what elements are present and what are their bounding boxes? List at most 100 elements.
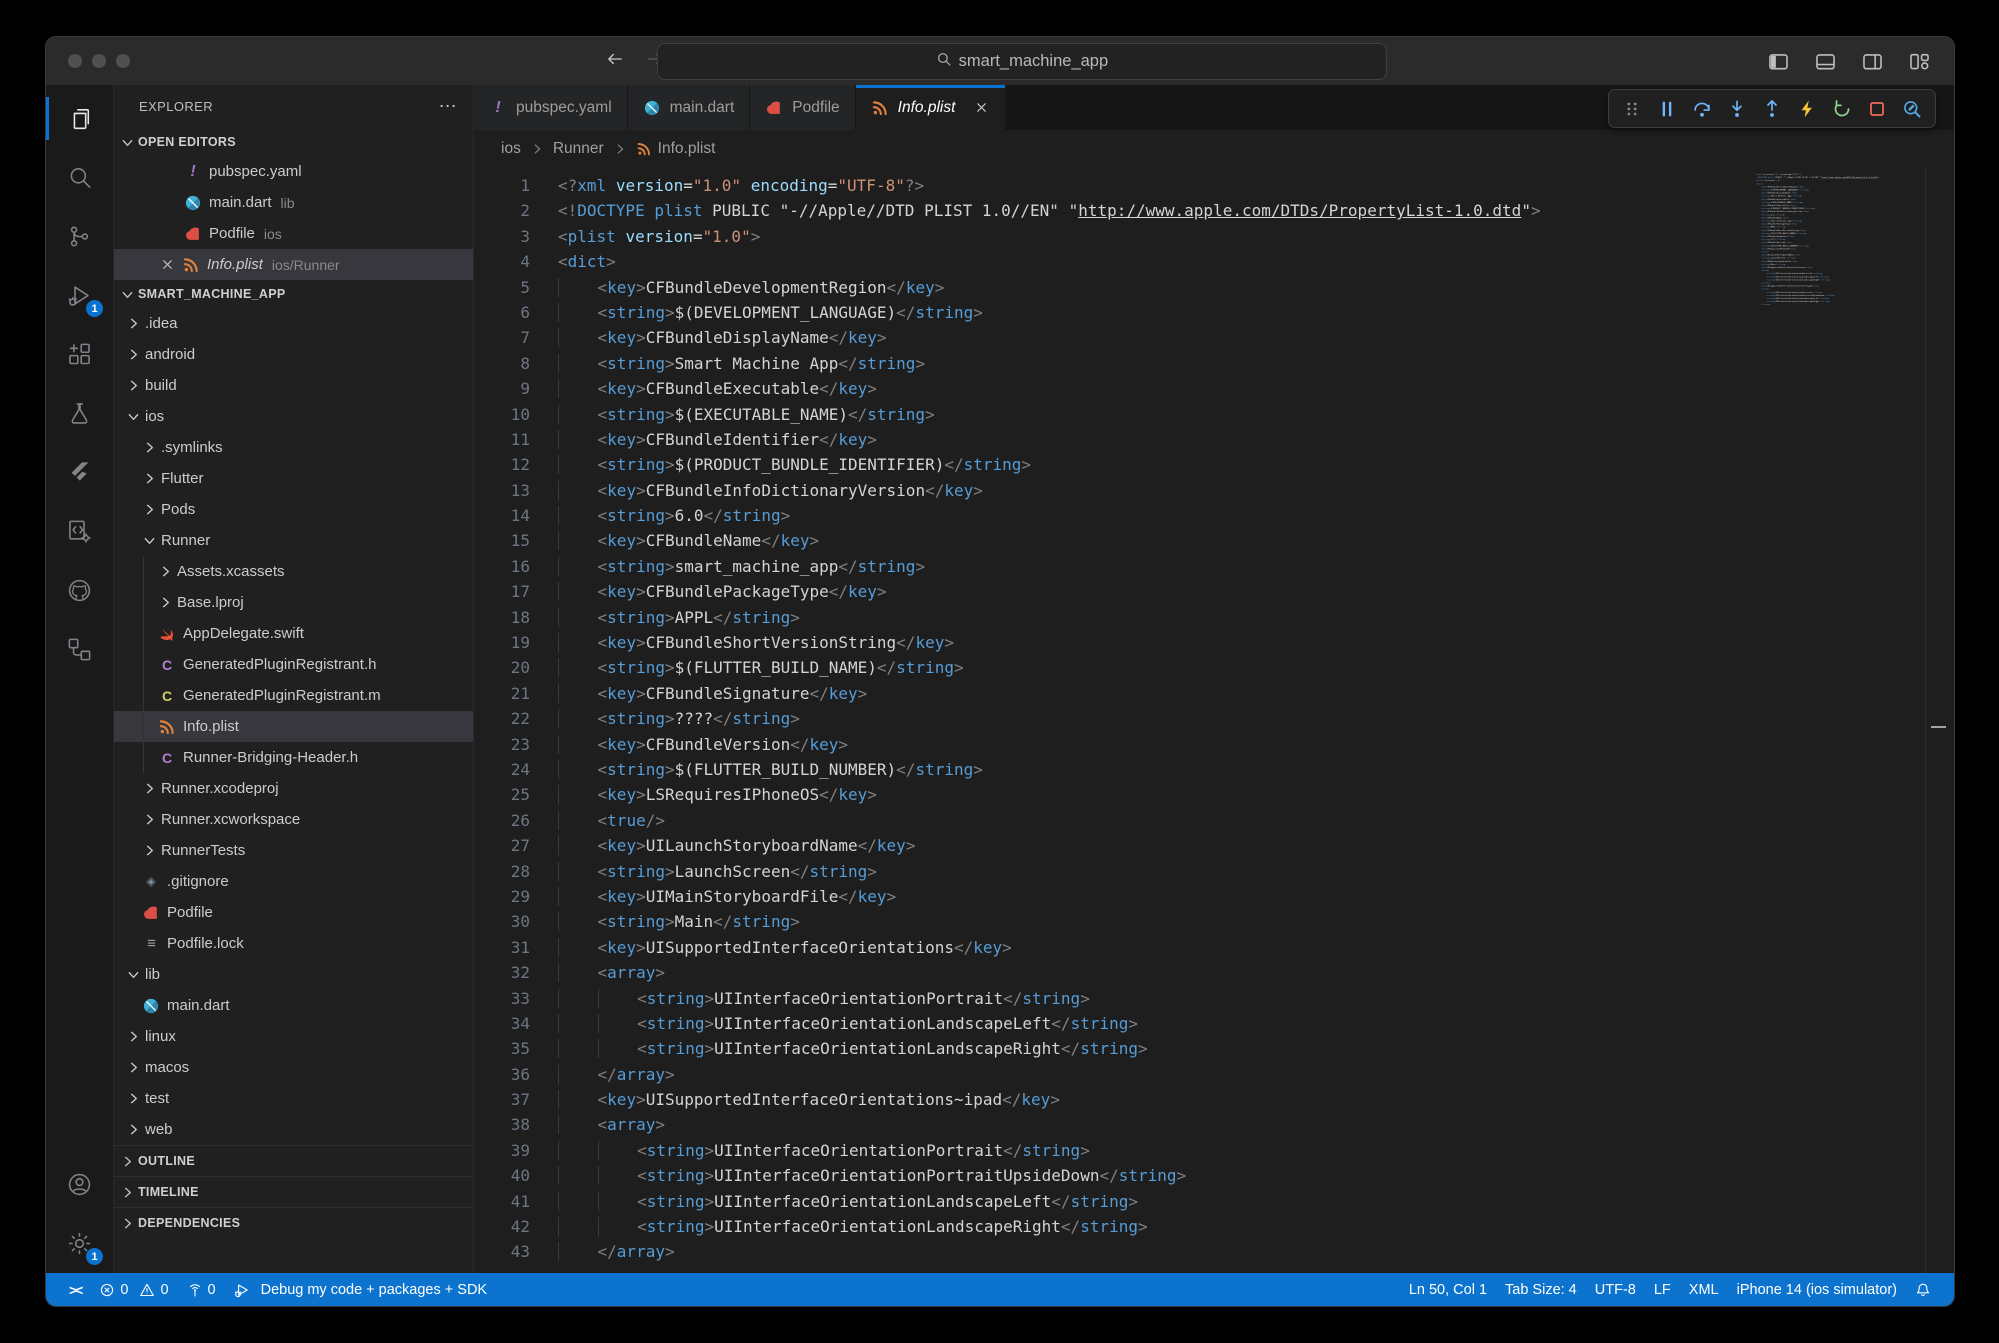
tree-item-Runner.xcodeproj[interactable]: Runner.xcodeproj: [114, 773, 473, 804]
code-line[interactable]: 28 <string>LaunchScreen</string>: [474, 859, 1954, 884]
code-line[interactable]: 15 <key>CFBundleName</key>: [474, 528, 1954, 553]
back-arrow-icon[interactable]: [606, 50, 624, 73]
code-line[interactable]: 7 <key>CFBundleDisplayName</key>: [474, 325, 1954, 350]
code-line[interactable]: 14 <string>6.0</string>: [474, 503, 1954, 528]
tab-main.dart[interactable]: main.dart: [628, 85, 751, 130]
tree-item-linux[interactable]: linux: [114, 1021, 473, 1052]
section-dependencies[interactable]: DEPENDENCIES: [114, 1207, 473, 1238]
code-line[interactable]: 27 <key>UILaunchStoryboardName</key>: [474, 833, 1954, 858]
tree-item-web[interactable]: web: [114, 1114, 473, 1145]
toggle-secondary-sidebar-icon[interactable]: [1862, 51, 1883, 72]
code-line[interactable]: 11 <key>CFBundleIdentifier</key>: [474, 427, 1954, 452]
restart-icon[interactable]: [1829, 96, 1855, 122]
minimize-window-button[interactable]: [92, 54, 106, 68]
code-line[interactable]: 22 <string>????</string>: [474, 706, 1954, 731]
tree-item-Runner-Bridging-Header.h[interactable]: CRunner-Bridging-Header.h: [114, 742, 473, 773]
open-editor-pubspec.yaml[interactable]: ! pubspec.yaml: [114, 156, 473, 187]
breadcrumb-Info.plist[interactable]: Info.plist: [636, 140, 716, 158]
code-line[interactable]: 9 <key>CFBundleExecutable</key>: [474, 376, 1954, 401]
tree-item-lib[interactable]: lib: [114, 959, 473, 990]
open-editor-Info.plist[interactable]: Info.plist ios/Runner: [114, 249, 473, 280]
tree-item-Info.plist[interactable]: Info.plist: [114, 711, 473, 742]
breadcrumb-ios[interactable]: ios: [501, 140, 521, 158]
open-editor-Podfile[interactable]: Podfile ios: [114, 218, 473, 249]
tree-item-GeneratedPluginRegistrant.h[interactable]: CGeneratedPluginRegistrant.h: [114, 649, 473, 680]
tree-item-macos[interactable]: macos: [114, 1052, 473, 1083]
tree-item-Assets.xcassets[interactable]: Assets.xcassets: [114, 556, 473, 587]
code-line[interactable]: 38 <array>: [474, 1112, 1954, 1137]
section-project[interactable]: SMART_MACHINE_APP: [114, 280, 473, 308]
code-line[interactable]: 2 <!DOCTYPE plist PUBLIC "-//Apple//DTD …: [474, 198, 1954, 223]
activity-run-debug[interactable]: 1: [46, 266, 113, 325]
tree-item-build[interactable]: build: [114, 370, 473, 401]
activity-explorer[interactable]: [46, 89, 113, 148]
tree-item-Podfile[interactable]: Podfile: [114, 897, 473, 928]
hot-reload-icon[interactable]: [1794, 96, 1820, 122]
code-line[interactable]: 10 <string>$(EXECUTABLE_NAME)</string>: [474, 402, 1954, 427]
grip-icon[interactable]: [1619, 96, 1645, 122]
activity-account[interactable]: [46, 1155, 113, 1214]
status-utf-8[interactable]: UTF-8: [1586, 1273, 1645, 1306]
zoom-window-button[interactable]: [116, 54, 130, 68]
status-lf[interactable]: LF: [1645, 1273, 1680, 1306]
debug-session[interactable]: Debug my code + packages + SDK: [225, 1273, 497, 1306]
tab-Info.plist[interactable]: Info.plist: [856, 85, 1007, 130]
code-line[interactable]: 16 <string>smart_machine_app</string>: [474, 554, 1954, 579]
tree-item-.gitignore[interactable]: .gitignore: [114, 866, 473, 897]
close-icon[interactable]: [974, 100, 990, 116]
code-line[interactable]: 23 <key>CFBundleVersion</key>: [474, 732, 1954, 757]
close-icon[interactable]: [160, 257, 176, 273]
tab-pubspec.yaml[interactable]: ! pubspec.yaml: [474, 85, 628, 130]
section-open-editors[interactable]: OPEN EDITORS: [114, 128, 473, 156]
tree-item-AppDelegate.swift[interactable]: AppDelegate.swift: [114, 618, 473, 649]
tree-item-RunnerTests[interactable]: RunnerTests: [114, 835, 473, 866]
close-window-button[interactable]: [68, 54, 82, 68]
flutter-inspector-icon[interactable]: [1899, 96, 1925, 122]
code-line[interactable]: 18 <string>APPL</string>: [474, 605, 1954, 630]
bell-icon[interactable]: [1906, 1273, 1940, 1306]
activity-search[interactable]: [46, 148, 113, 207]
code-line[interactable]: 35 <string>UIInterfaceOrientationLandsca…: [474, 1036, 1954, 1061]
activity-references[interactable]: [46, 620, 113, 679]
code-line[interactable]: 3 <plist version="1.0">: [474, 224, 1954, 249]
code-line[interactable]: 31 <key>UISupportedInterfaceOrientations…: [474, 935, 1954, 960]
tree-item-.symlinks[interactable]: .symlinks: [114, 432, 473, 463]
code-line[interactable]: 29 <key>UIMainStoryboardFile</key>: [474, 884, 1954, 909]
code-line[interactable]: 25 <key>LSRequiresIPhoneOS</key>: [474, 782, 1954, 807]
breadcrumb-Runner[interactable]: Runner: [553, 140, 604, 158]
open-editor-main.dart[interactable]: main.dart lib: [114, 187, 473, 218]
code-line[interactable]: 20 <string>$(FLUTTER_BUILD_NAME)</string…: [474, 655, 1954, 680]
status-ln-50-col-1[interactable]: Ln 50, Col 1: [1400, 1273, 1496, 1306]
remote-icon[interactable]: ><: [60, 1273, 90, 1306]
code-line[interactable]: 26 <true/>: [474, 808, 1954, 833]
step-into-icon[interactable]: [1724, 96, 1750, 122]
status-xml[interactable]: XML: [1680, 1273, 1728, 1306]
code-line[interactable]: 39 <string>UIInterfaceOrientationPortrai…: [474, 1138, 1954, 1163]
code-line[interactable]: 8 <string>Smart Machine App</string>: [474, 351, 1954, 376]
minimap[interactable]: <?xml version="1.0" encoding="UTF-8"?><!…: [1756, 173, 1908, 348]
code-line[interactable]: 33 <string>UIInterfaceOrientationPortrai…: [474, 986, 1954, 1011]
code-line[interactable]: 13 <key>CFBundleInfoDictionaryVersion</k…: [474, 478, 1954, 503]
code-line[interactable]: 34 <string>UIInterfaceOrientationLandsca…: [474, 1011, 1954, 1036]
pause-icon[interactable]: [1654, 96, 1680, 122]
code-line[interactable]: 41 <string>UIInterfaceOrientationLandsca…: [474, 1189, 1954, 1214]
ports-indicator[interactable]: 0: [178, 1273, 225, 1306]
activity-project[interactable]: [46, 502, 113, 561]
code-line[interactable]: 40 <string>UIInterfaceOrientationPortrai…: [474, 1163, 1954, 1188]
code-line[interactable]: 42 <string>UIInterfaceOrientationLandsca…: [474, 1214, 1954, 1239]
tree-item-Podfile.lock[interactable]: ≡Podfile.lock: [114, 928, 473, 959]
tab-Podfile[interactable]: Podfile: [750, 85, 855, 130]
code-line[interactable]: 4 <dict>: [474, 249, 1954, 274]
status-tab-size-4[interactable]: Tab Size: 4: [1496, 1273, 1586, 1306]
section-outline[interactable]: OUTLINE: [114, 1145, 473, 1176]
code-line[interactable]: 19 <key>CFBundleShortVersionString</key>: [474, 630, 1954, 655]
section-timeline[interactable]: TIMELINE: [114, 1176, 473, 1207]
code-line[interactable]: 30 <string>Main</string>: [474, 909, 1954, 934]
tree-item-Flutter[interactable]: Flutter: [114, 463, 473, 494]
code-line[interactable]: 43 </array>: [474, 1239, 1954, 1264]
tree-item-ios[interactable]: ios: [114, 401, 473, 432]
status-iphone-14-ios-simulator-[interactable]: iPhone 14 (ios simulator): [1728, 1273, 1906, 1306]
code-line[interactable]: 17 <key>CFBundlePackageType</key>: [474, 579, 1954, 604]
toggle-primary-sidebar-icon[interactable]: [1768, 51, 1789, 72]
tree-item-Runner[interactable]: Runner: [114, 525, 473, 556]
